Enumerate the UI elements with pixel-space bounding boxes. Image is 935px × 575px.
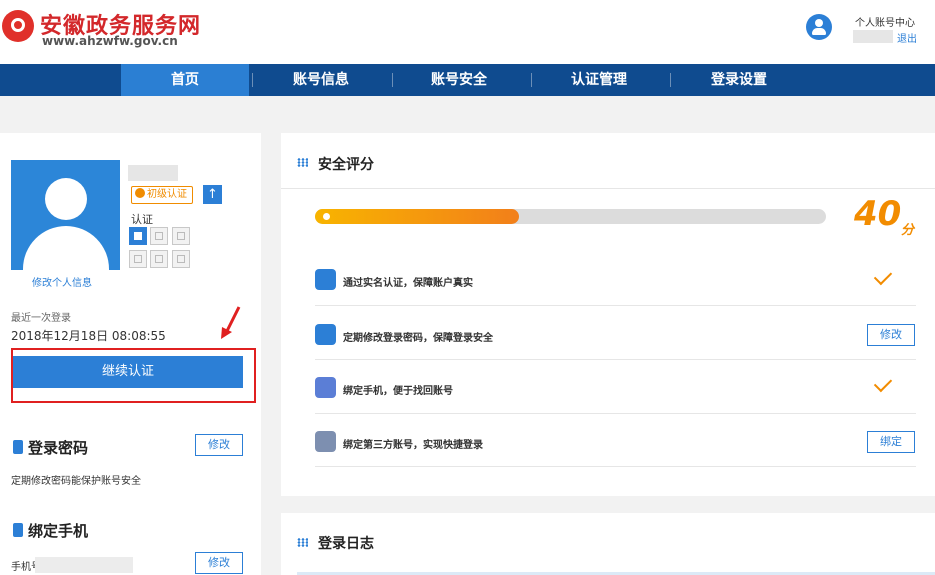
grid-icon xyxy=(297,538,308,547)
continue-auth-button[interactable]: 继续认证 xyxy=(13,356,243,388)
nav-divider xyxy=(670,73,671,87)
auth-label: 认证 xyxy=(131,213,153,226)
avatar-shoulders xyxy=(23,226,109,270)
security-progress-bar xyxy=(315,209,826,224)
auth-level-badge: 初级认证 xyxy=(131,186,193,204)
site-url: www.ahzwfw.gov.cn xyxy=(42,34,178,48)
nav-divider xyxy=(531,73,532,87)
security-score-title: 安全评分 xyxy=(318,157,374,173)
divider xyxy=(315,305,916,306)
auth-person-icon[interactable] xyxy=(129,227,147,245)
divider xyxy=(315,413,916,414)
site-logo-icon[interactable] xyxy=(2,10,34,42)
profile-avatar xyxy=(11,160,120,270)
grid-icon xyxy=(297,158,308,167)
security-item-text: 绑定第三方账号，实现快捷登录 xyxy=(343,440,483,451)
login-log-title: 登录日志 xyxy=(318,536,374,552)
auth-card-icon[interactable] xyxy=(172,227,190,245)
upgrade-arrow-icon[interactable]: ↑ xyxy=(203,185,222,204)
red-arrow-annotation-icon xyxy=(221,306,241,339)
login-password-title-text: 登录密码 xyxy=(28,439,89,457)
phone-number-redacted xyxy=(35,557,133,573)
login-password-title: 登录密码 xyxy=(13,437,88,458)
divider xyxy=(315,359,916,360)
modify-password-button[interactable]: 修改 xyxy=(195,434,243,456)
user-center-link[interactable]: 个人账号中心 xyxy=(855,14,915,29)
top-header: 安徽政务服务网 www.ahzwfw.gov.cn 个人账号中心 退出 xyxy=(0,0,935,64)
avatar-head xyxy=(45,178,87,220)
modify-phone-button[interactable]: 修改 xyxy=(195,552,243,574)
security-item-text: 绑定手机，便于找回账号 xyxy=(343,386,453,397)
key-icon xyxy=(13,440,23,454)
login-log-card xyxy=(281,513,935,575)
phone-icon xyxy=(13,523,23,537)
nav-item-home[interactable]: 首页 xyxy=(121,64,249,96)
logout-link[interactable]: 退出 xyxy=(897,30,917,45)
nav-item-account-security[interactable]: 账号安全 xyxy=(400,64,518,96)
key-icon xyxy=(315,324,336,345)
auth-bank-icon[interactable] xyxy=(129,250,147,268)
bind-third-party-button[interactable]: 绑定 xyxy=(867,431,915,453)
nav-item-account-info[interactable]: 账号信息 xyxy=(262,64,380,96)
security-score-unit: 分 xyxy=(901,223,915,238)
nav-item-login-settings[interactable]: 登录设置 xyxy=(680,64,798,96)
security-item-text: 定期修改登录密码，保障登录安全 xyxy=(343,333,493,344)
main-nav: 首页 账号信息 账号安全 认证管理 登录设置 xyxy=(0,64,935,96)
auth-level-text: 初级认证 xyxy=(147,189,187,200)
auth-seal-icon[interactable] xyxy=(172,250,190,268)
nav-item-auth-management[interactable]: 认证管理 xyxy=(540,64,658,96)
username-redacted xyxy=(853,30,893,43)
nav-divider xyxy=(392,73,393,87)
bind-phone-title: 绑定手机 xyxy=(13,520,88,541)
auth-face-icon[interactable] xyxy=(150,227,168,245)
nav-divider xyxy=(252,73,253,87)
bind-phone-title-text: 绑定手机 xyxy=(28,522,89,540)
modify-password-action-button[interactable]: 修改 xyxy=(867,324,915,346)
security-item-text: 通过实名认证，保障账户真实 xyxy=(343,278,473,289)
password-description: 定期修改密码能保护账号安全 xyxy=(11,476,141,487)
progress-knob xyxy=(323,213,330,220)
edit-profile-link[interactable]: 修改个人信息 xyxy=(32,274,92,289)
last-login-time: 2018年12月18日 08:08:55 xyxy=(11,329,166,343)
divider xyxy=(315,466,916,467)
link-icon xyxy=(315,431,336,452)
auth-device-icon[interactable] xyxy=(150,250,168,268)
user-avatar-icon[interactable] xyxy=(806,14,832,40)
divider xyxy=(281,188,935,189)
phone-icon xyxy=(315,377,336,398)
badge-icon xyxy=(135,188,145,198)
security-score-value: 40 xyxy=(854,194,902,234)
security-progress-fill xyxy=(315,209,520,224)
last-login-label: 最近一次登录 xyxy=(11,313,71,324)
profile-name-redacted xyxy=(128,165,178,181)
id-card-icon xyxy=(315,269,336,290)
